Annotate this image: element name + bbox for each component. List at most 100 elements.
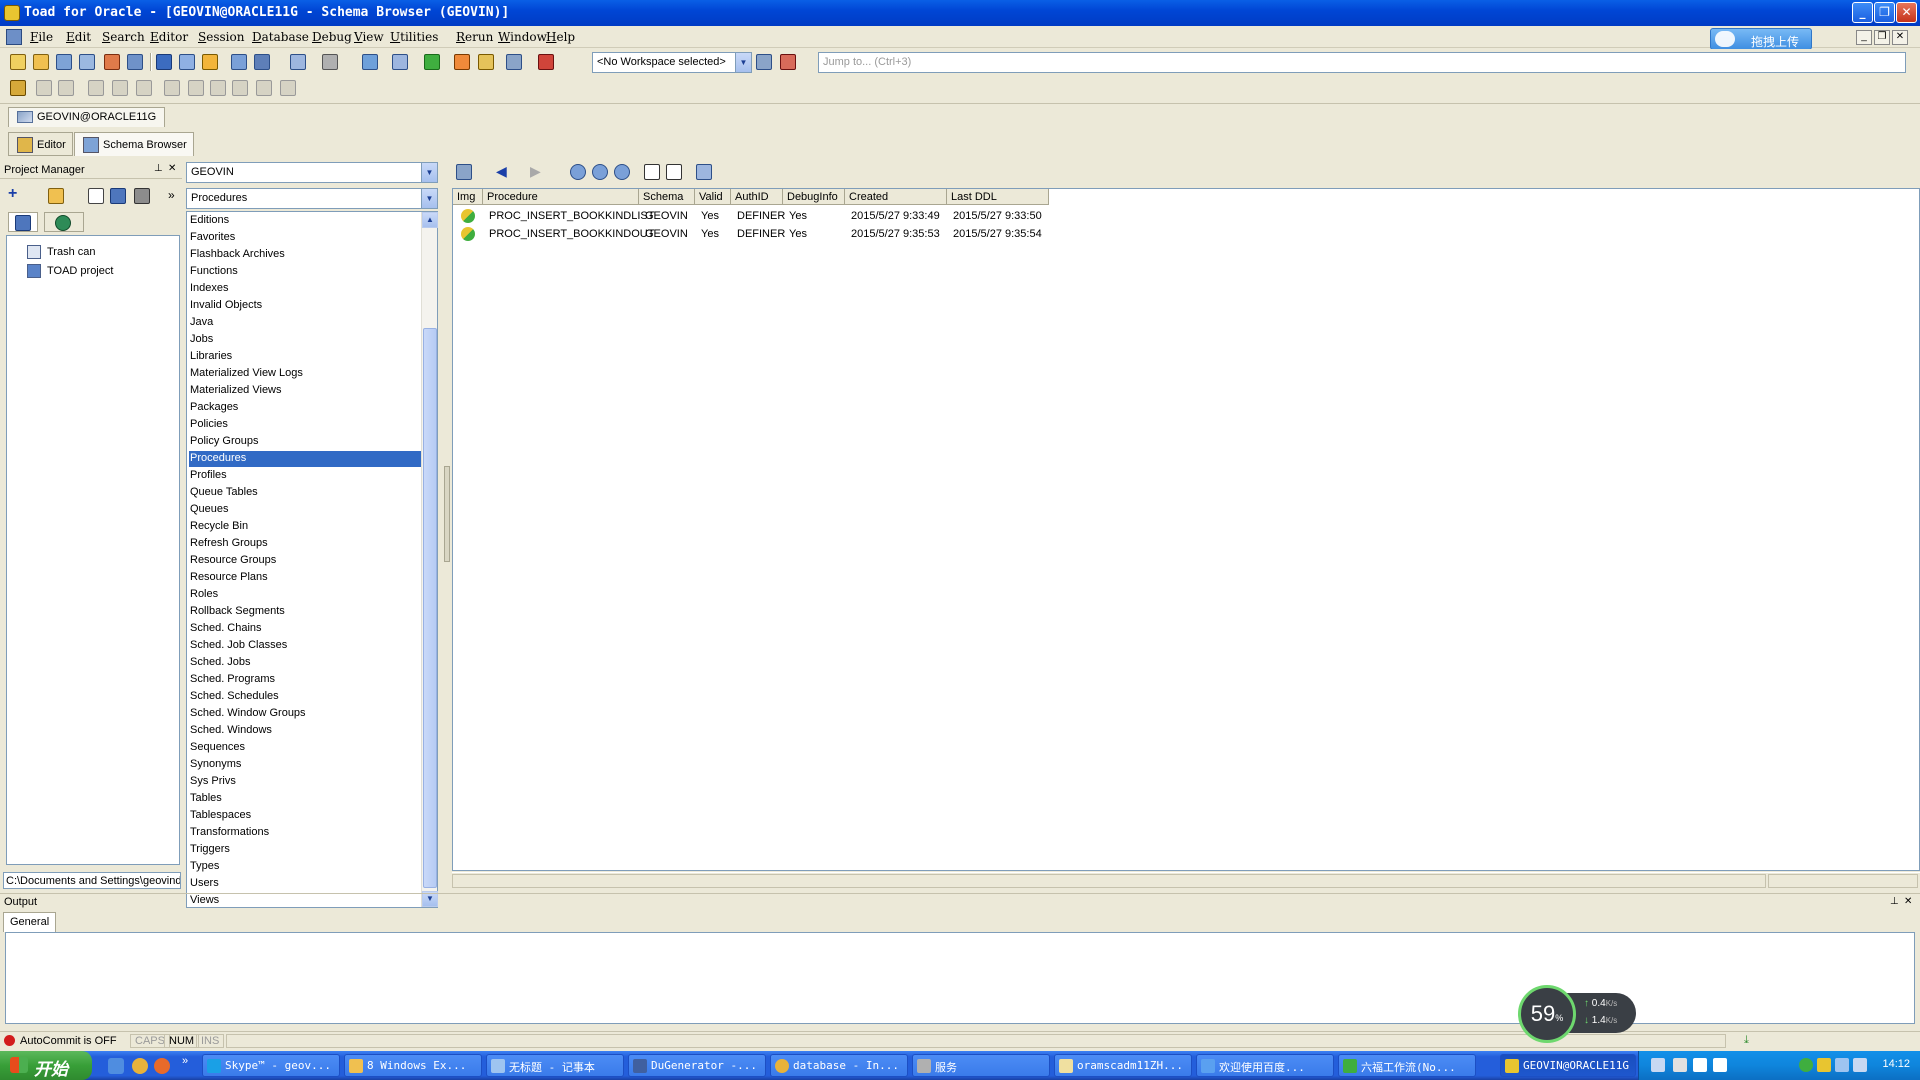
object-type-item[interactable]: Materialized Views [189, 383, 421, 399]
table-cell[interactable]: 2015/5/27 9:33:49 [847, 207, 944, 224]
menu-utilities[interactable]: Utilities [390, 30, 438, 44]
object-type-item[interactable]: Transformations [189, 825, 421, 841]
mdi-restore-button[interactable]: ❐ [1874, 30, 1890, 45]
mdi-minimize-button[interactable]: _ [1856, 30, 1872, 45]
security-icon[interactable] [1817, 1058, 1831, 1072]
object-type-item[interactable]: Procedures [189, 451, 421, 467]
task-database-browser[interactable]: database - In... [770, 1054, 908, 1077]
table-cell[interactable]: 2015/5/27 9:35:53 [847, 225, 944, 242]
object-type-item[interactable]: Tablespaces [189, 808, 421, 824]
pin-icon[interactable]: ⊥ [154, 163, 163, 174]
object-type-item[interactable]: Sched. Schedules [189, 689, 421, 705]
firefox-icon[interactable] [154, 1058, 170, 1074]
menu-edit[interactable]: Edit [66, 30, 91, 44]
object-type-item[interactable]: Types [189, 859, 421, 875]
document-icon[interactable] [6, 29, 22, 45]
object-type-item[interactable]: Triggers [189, 842, 421, 858]
menu-database[interactable]: Database [252, 30, 309, 44]
new-file-icon[interactable] [88, 188, 104, 204]
menu-editor[interactable]: Editor [150, 30, 188, 44]
columns-icon[interactable] [666, 164, 682, 180]
task-windows-explorer[interactable]: 8 Windows Ex... [344, 1054, 482, 1077]
menu-session[interactable]: Session [198, 30, 244, 44]
network-icon[interactable] [1799, 1058, 1813, 1072]
disconnect-icon[interactable] [538, 54, 554, 70]
layout-icon[interactable] [696, 164, 712, 180]
column-header[interactable]: Last DDL [947, 189, 1049, 205]
menu-rerun[interactable]: Rerun [456, 30, 493, 44]
download-icon[interactable]: ⤓ [1744, 1034, 1749, 1047]
restore-button[interactable]: ❐ [1874, 2, 1895, 23]
object-type-item[interactable]: Resource Plans [189, 570, 421, 586]
object-type-item[interactable]: Roles [189, 587, 421, 603]
table-cell[interactable]: GEOVIN [641, 207, 692, 224]
rollback-icon[interactable] [478, 54, 494, 70]
object-type-item[interactable]: Refresh Groups [189, 536, 421, 552]
workspace-select[interactable]: <No Workspace selected> ▼ [592, 52, 752, 73]
menu-window[interactable]: Window [498, 30, 547, 44]
session-browser-icon[interactable] [231, 54, 247, 70]
object-type-scrollbar[interactable]: ▲ ▼ [421, 212, 438, 907]
object-type-item[interactable]: Functions [189, 264, 421, 280]
pen-icon[interactable] [1673, 1058, 1687, 1072]
workspace-close-icon[interactable] [780, 54, 796, 70]
table-cell[interactable]: PROC_INSERT_BOOKKINDLIST [485, 207, 658, 224]
scroll-thumb[interactable] [423, 328, 437, 888]
tree-item-trash-can[interactable]: Trash can [27, 245, 96, 259]
database-icon[interactable] [156, 54, 172, 70]
task-workflow[interactable]: 六福工作流(No... [1338, 1054, 1476, 1077]
task-toad[interactable]: GEOVIN@ORACLE11G [1500, 1054, 1636, 1077]
question-icon[interactable] [1713, 1058, 1727, 1072]
splitter-handle[interactable] [444, 466, 450, 562]
schema-select[interactable]: GEOVIN ▼ [186, 162, 438, 183]
object-type-item[interactable]: Indexes [189, 281, 421, 297]
task-dugenerator[interactable]: DuGenerator -... [628, 1054, 766, 1077]
object-type-item[interactable]: Sequences [189, 740, 421, 756]
volume-icon[interactable] [1835, 1058, 1849, 1072]
open-folder-icon[interactable] [48, 188, 64, 204]
object-type-item[interactable]: Jobs [189, 332, 421, 348]
close-icon[interactable]: ✕ [168, 163, 176, 174]
minimize-button[interactable]: _ [1852, 2, 1873, 23]
network-monitor-widget[interactable]: 59% ↑ 0.4K/s ↓ 1.4K/s [1518, 985, 1636, 1043]
jump-to-input[interactable]: Jump to... (Ctrl+3) [818, 52, 1906, 73]
refresh-all-icon[interactable] [592, 164, 608, 180]
new-editor-icon[interactable] [10, 54, 26, 70]
object-type-item[interactable]: Flashback Archives [189, 247, 421, 263]
object-type-item[interactable]: Resource Groups [189, 553, 421, 569]
object-type-item[interactable]: Sched. Job Classes [189, 638, 421, 654]
menu-debug[interactable]: Debug [312, 30, 352, 44]
execute-icon[interactable] [424, 54, 440, 70]
object-type-item[interactable]: Sys Privs [189, 774, 421, 790]
print-icon[interactable] [134, 188, 150, 204]
pin-icon[interactable]: ⊥ [1890, 896, 1899, 907]
object-type-item[interactable]: Sched. Window Groups [189, 706, 421, 722]
task-notepad[interactable]: 无标题 - 记事本 [486, 1054, 624, 1077]
tab-connections[interactable] [44, 212, 84, 232]
object-type-item[interactable]: Packages [189, 400, 421, 416]
task-services[interactable]: 服务 [912, 1054, 1050, 1077]
table-cell[interactable]: 2015/5/27 9:33:50 [949, 207, 1046, 224]
sql-modeler-icon[interactable] [104, 54, 120, 70]
save-icon[interactable] [110, 188, 126, 204]
start-button[interactable]: 开始 [0, 1051, 92, 1080]
refresh-icon[interactable] [570, 164, 586, 180]
auto-refresh-icon[interactable] [614, 164, 630, 180]
object-type-item[interactable]: Libraries [189, 349, 421, 365]
mdi-close-button[interactable]: ✕ [1892, 30, 1908, 45]
close-button[interactable]: ✕ [1896, 2, 1917, 23]
ie-icon[interactable] [108, 1058, 124, 1074]
menu-file[interactable]: File [30, 30, 53, 44]
grid-icon[interactable] [127, 54, 143, 70]
layout-icon[interactable] [290, 54, 306, 70]
task-oramscadm[interactable]: oramscadm11ZH... [1054, 1054, 1192, 1077]
object-type-item[interactable]: Java [189, 315, 421, 331]
object-type-item[interactable]: Profiles [189, 468, 421, 484]
back-icon[interactable]: ◀ [496, 163, 507, 180]
object-type-item[interactable]: Sched. Chains [189, 621, 421, 637]
keyboard-icon[interactable] [1651, 1058, 1665, 1072]
column-header[interactable]: Valid [695, 189, 731, 205]
chart-icon[interactable] [79, 54, 95, 70]
cloud-upload-button[interactable]: 拖拽上传 [1710, 28, 1812, 50]
object-type-item[interactable]: Tables [189, 791, 421, 807]
